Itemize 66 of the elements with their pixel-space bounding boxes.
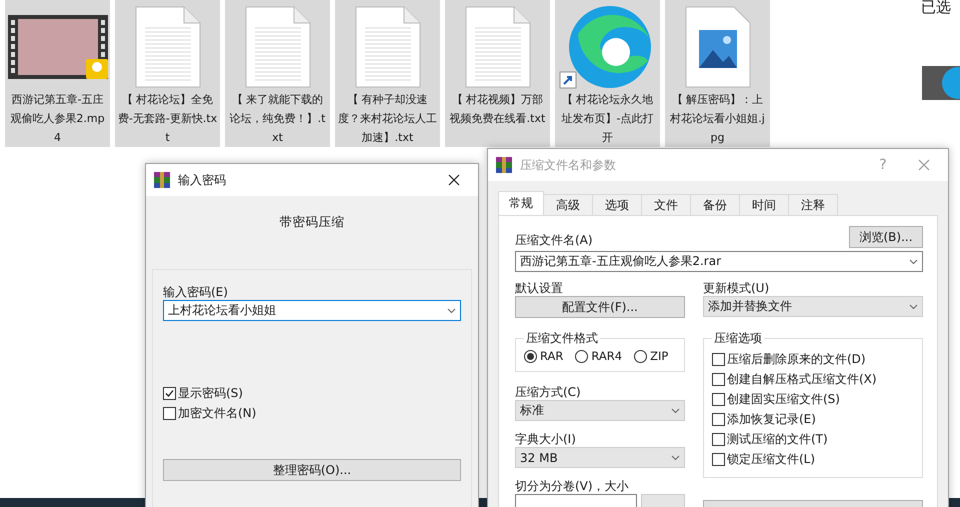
checkbox-label: 创建固实压缩文件(S): [727, 391, 840, 408]
file-item[interactable]: 【 解压密码】：上村花论坛看小姐姐.jpg: [665, 0, 770, 147]
radio-button[interactable]: [575, 350, 588, 362]
checkbox[interactable]: [163, 406, 176, 420]
archive-app-icon: [496, 157, 512, 173]
checkbox-label: 锁定压缩文件(L): [727, 451, 816, 468]
checkbox-label: 显示密码(S): [178, 385, 243, 402]
checkbox-label: 创建自解压格式压缩文件(X): [727, 371, 877, 388]
group-title: 压缩选项: [713, 330, 763, 347]
checkbox[interactable]: [712, 412, 725, 426]
window-title: 输入密码: [178, 172, 227, 188]
radio-button[interactable]: [524, 350, 537, 362]
field-label: 压缩文件名(A): [515, 232, 593, 248]
radio-label: ZIP: [650, 349, 668, 363]
file-item[interactable]: 【 村花论坛永久地址发布页】-点此打开: [555, 0, 660, 147]
password-field[interactable]: 上村花论坛看小姐姐: [163, 300, 461, 321]
field-label: 切分为分卷(V)，大小: [515, 478, 630, 494]
checkbox[interactable]: [712, 452, 725, 466]
field-label: 压缩方式(C): [515, 384, 582, 400]
file-item[interactable]: 【 来了就能下载的论坛，纯免费！】.txt: [225, 0, 330, 147]
organize-passwords-button[interactable]: 整理密码(O)...: [163, 459, 461, 481]
radio-button[interactable]: [634, 350, 648, 362]
dictionary-dropdown[interactable]: 32 MB: [515, 447, 685, 468]
chevron-down-icon: [909, 258, 918, 264]
text-document-icon: [464, 6, 530, 88]
field-label: 默认设置: [515, 280, 564, 296]
checkbox-label: 压缩后删除原来的文件(D): [727, 351, 866, 368]
tab[interactable]: 常规: [498, 191, 544, 215]
checkbox-label: 添加恢复记录(E): [727, 411, 816, 428]
field-label: 更新模式(U): [703, 280, 770, 296]
file-item[interactable]: 【 村花视频】万部视频免费在线看.txt: [445, 0, 550, 147]
checkbox[interactable]: [712, 372, 725, 386]
tab[interactable]: 注释: [788, 194, 838, 215]
file-item[interactable]: 【 村花论坛】全免费-无套路-更新快.txt: [115, 0, 220, 147]
chevron-down-icon: [671, 454, 680, 460]
selection-heading: 已选: [921, 0, 951, 17]
checkbox[interactable]: [163, 386, 176, 400]
checkbox-label: 测试压缩的文件(T): [727, 431, 828, 448]
field-label: 字典大小(I): [515, 431, 577, 447]
radio-label: RAR4: [591, 349, 622, 363]
text-document-icon: [354, 6, 420, 88]
text-document-icon: [134, 6, 200, 88]
dialog-subtitle: 带密码压缩: [280, 214, 344, 231]
image-file-icon: [684, 6, 750, 88]
method-dropdown[interactable]: 标准: [515, 400, 685, 421]
chevron-down-icon: [909, 304, 918, 310]
checkbox-label: 加密文件名(N): [178, 405, 256, 422]
file-item[interactable]: 西游记第五章-五庄观偷吃人参果2.mp4: [5, 0, 110, 147]
checkbox[interactable]: [712, 392, 725, 406]
update-mode-dropdown[interactable]: 添加并替换文件: [703, 296, 923, 317]
chevron-down-icon: [671, 408, 680, 414]
checkbox[interactable]: [712, 352, 725, 366]
field-label: 输入密码(E): [163, 284, 229, 300]
file-item[interactable]: 【 有种子却没速度？来村花论坛人工加速】.txt: [335, 0, 440, 147]
checkbox[interactable]: [712, 432, 725, 446]
window-title: 压缩文件名和参数: [520, 156, 617, 174]
text-document-icon: [244, 6, 310, 88]
video-thumbnail-icon: [8, 15, 108, 79]
archive-name-field[interactable]: 西游记第五章-五庄观偷吃人参果2.rar: [515, 251, 923, 272]
chevron-down-icon: [447, 308, 456, 314]
profiles-button[interactable]: 配置文件(F)...: [515, 296, 685, 318]
radio-label: RAR: [540, 349, 564, 363]
close-icon[interactable]: [448, 174, 460, 186]
group-title: 压缩文件格式: [525, 330, 599, 347]
browse-button[interactable]: 浏览(B)...: [849, 226, 923, 248]
archive-app-icon: [154, 172, 170, 188]
